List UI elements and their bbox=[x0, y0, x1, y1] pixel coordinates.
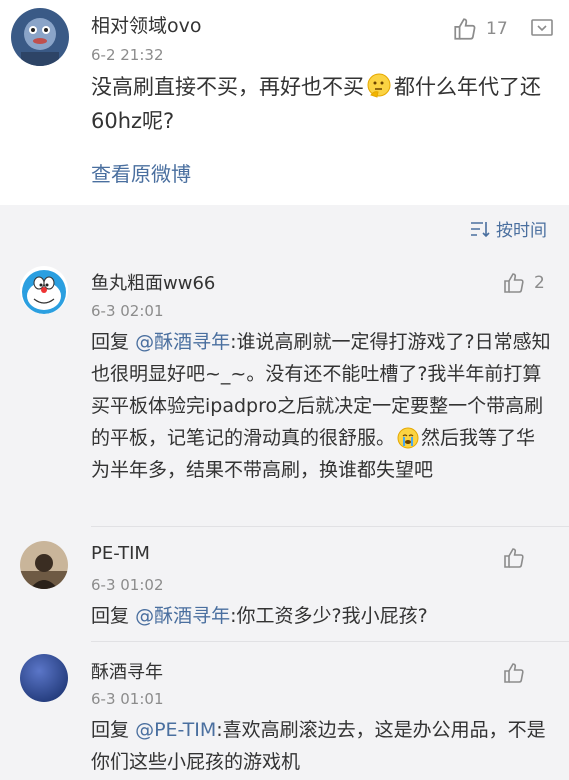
post-username[interactable]: 相对领域ovo bbox=[91, 11, 202, 38]
sort-label: 按时间 bbox=[496, 221, 547, 241]
like-count: 17 bbox=[486, 19, 508, 39]
comment-time: 6-3 01:01 bbox=[91, 690, 164, 708]
comment-item: 酥酒寻年 6-3 01:01 回复 @PE-TIM:喜欢高刷滚边去，这是办公用品… bbox=[0, 643, 569, 780]
comment-item: 鱼丸粗面ww66 6-3 02:01 2 回复 @酥酒寻年:谁说高刷就一定得打游… bbox=[0, 260, 569, 528]
like-button[interactable] bbox=[502, 661, 534, 685]
weibo-post: 相对领域ovo 6-2 21:32 17 没高刷直接不买，再好也不买 都什么年代了… bbox=[0, 0, 569, 205]
comments-section: 按时间 鱼丸粗面ww66 6-3 02:01 2 回复 @酥酒寻年:谁说高刷就一… bbox=[0, 205, 569, 780]
avatar[interactable] bbox=[20, 266, 68, 314]
comment-username[interactable]: PE-TIM bbox=[91, 543, 150, 564]
comment-text: 回复 @PE-TIM:喜欢高刷滚边去，这是办公用品，不是你们这些小屁孩的游戏机 bbox=[91, 719, 546, 773]
mention-link[interactable]: @PE-TIM bbox=[135, 719, 216, 741]
mention-link[interactable]: @酥酒寻年 bbox=[135, 331, 230, 353]
thumbs-up-icon bbox=[504, 663, 524, 683]
like-button[interactable]: 17 bbox=[452, 16, 508, 42]
comment-item: PE-TIM 6-3 01:02 回复 @酥酒寻年:你工资多少?我小屁孩? bbox=[0, 530, 569, 643]
avatar[interactable] bbox=[20, 654, 68, 702]
sort-button[interactable]: 按时间 bbox=[470, 216, 547, 241]
comment-text: 回复 @酥酒寻年:谁说高刷就一定得打游戏了?日常感知也很明显好吧~_~。没有还不… bbox=[91, 331, 551, 481]
view-original-link[interactable]: 查看原微博 bbox=[91, 158, 191, 187]
divider bbox=[91, 526, 569, 527]
crying-face-icon bbox=[397, 427, 419, 449]
comment-time: 6-3 02:01 bbox=[91, 302, 164, 320]
thumbs-up-icon bbox=[454, 18, 476, 40]
mention-link[interactable]: @酥酒寻年 bbox=[135, 605, 230, 627]
post-time: 6-2 21:32 bbox=[91, 46, 164, 64]
comment-time: 6-3 01:02 bbox=[91, 576, 164, 594]
comment-menu-icon[interactable] bbox=[530, 17, 554, 41]
like-button[interactable]: 2 bbox=[502, 271, 545, 295]
avatar[interactable] bbox=[11, 8, 69, 66]
thumbs-up-icon bbox=[504, 548, 524, 568]
comment-text: 回复 @酥酒寻年:你工资多少?我小屁孩? bbox=[91, 605, 428, 627]
like-count: 2 bbox=[534, 273, 545, 293]
post-text: 没高刷直接不买，再好也不买 都什么年代了还60hz呢? bbox=[91, 73, 541, 133]
avatar[interactable] bbox=[20, 541, 68, 589]
comment-username[interactable]: 酥酒寻年 bbox=[91, 658, 163, 684]
thinking-face-icon bbox=[366, 73, 392, 99]
comment-username[interactable]: 鱼丸粗面ww66 bbox=[91, 269, 215, 295]
divider bbox=[91, 641, 569, 642]
thumbs-up-icon bbox=[504, 273, 524, 293]
like-button[interactable] bbox=[502, 546, 534, 570]
sort-icon bbox=[471, 221, 490, 237]
